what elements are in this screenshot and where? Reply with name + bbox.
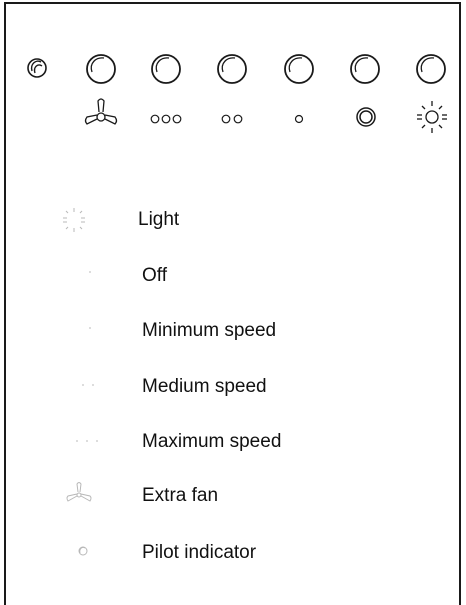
legend-label-extra-fan: Extra fan xyxy=(142,485,219,506)
two-dots-icon xyxy=(221,114,243,124)
legend-three-dots-icon xyxy=(76,440,98,442)
control-panel-diagram xyxy=(27,54,447,556)
maximum-speed-button[interactable] xyxy=(151,54,181,84)
legend-off-icon xyxy=(89,271,91,273)
legend-two-dots-icon xyxy=(82,384,94,386)
light-sun-icon xyxy=(417,101,447,133)
legend-pilot-lamp-icon xyxy=(78,546,88,556)
legend-label-maximum-speed: Maximum speed xyxy=(142,431,282,452)
fan-icon xyxy=(84,98,118,125)
legend-label-pilot-indicator: Pilot indicator xyxy=(142,542,257,563)
off-button[interactable] xyxy=(350,54,380,84)
legend-label-medium-speed: Medium speed xyxy=(142,376,267,397)
off-ring-icon xyxy=(356,107,376,127)
legend-light-icon xyxy=(63,208,85,232)
light-button[interactable] xyxy=(416,54,446,84)
legend-label-off: Off xyxy=(142,265,167,286)
extra-fan-button[interactable] xyxy=(86,54,116,84)
three-dots-icon xyxy=(150,114,182,124)
one-dot-icon xyxy=(294,114,304,124)
legend-label-minimum-speed: Minimum speed xyxy=(142,320,277,341)
pilot-indicator-lamp xyxy=(27,58,47,78)
medium-speed-button[interactable] xyxy=(217,54,247,84)
legend-fan-icon xyxy=(66,482,92,502)
minimum-speed-button[interactable] xyxy=(284,54,314,84)
legend-one-dot-icon xyxy=(89,327,91,329)
legend-label-light: Light xyxy=(138,209,180,230)
